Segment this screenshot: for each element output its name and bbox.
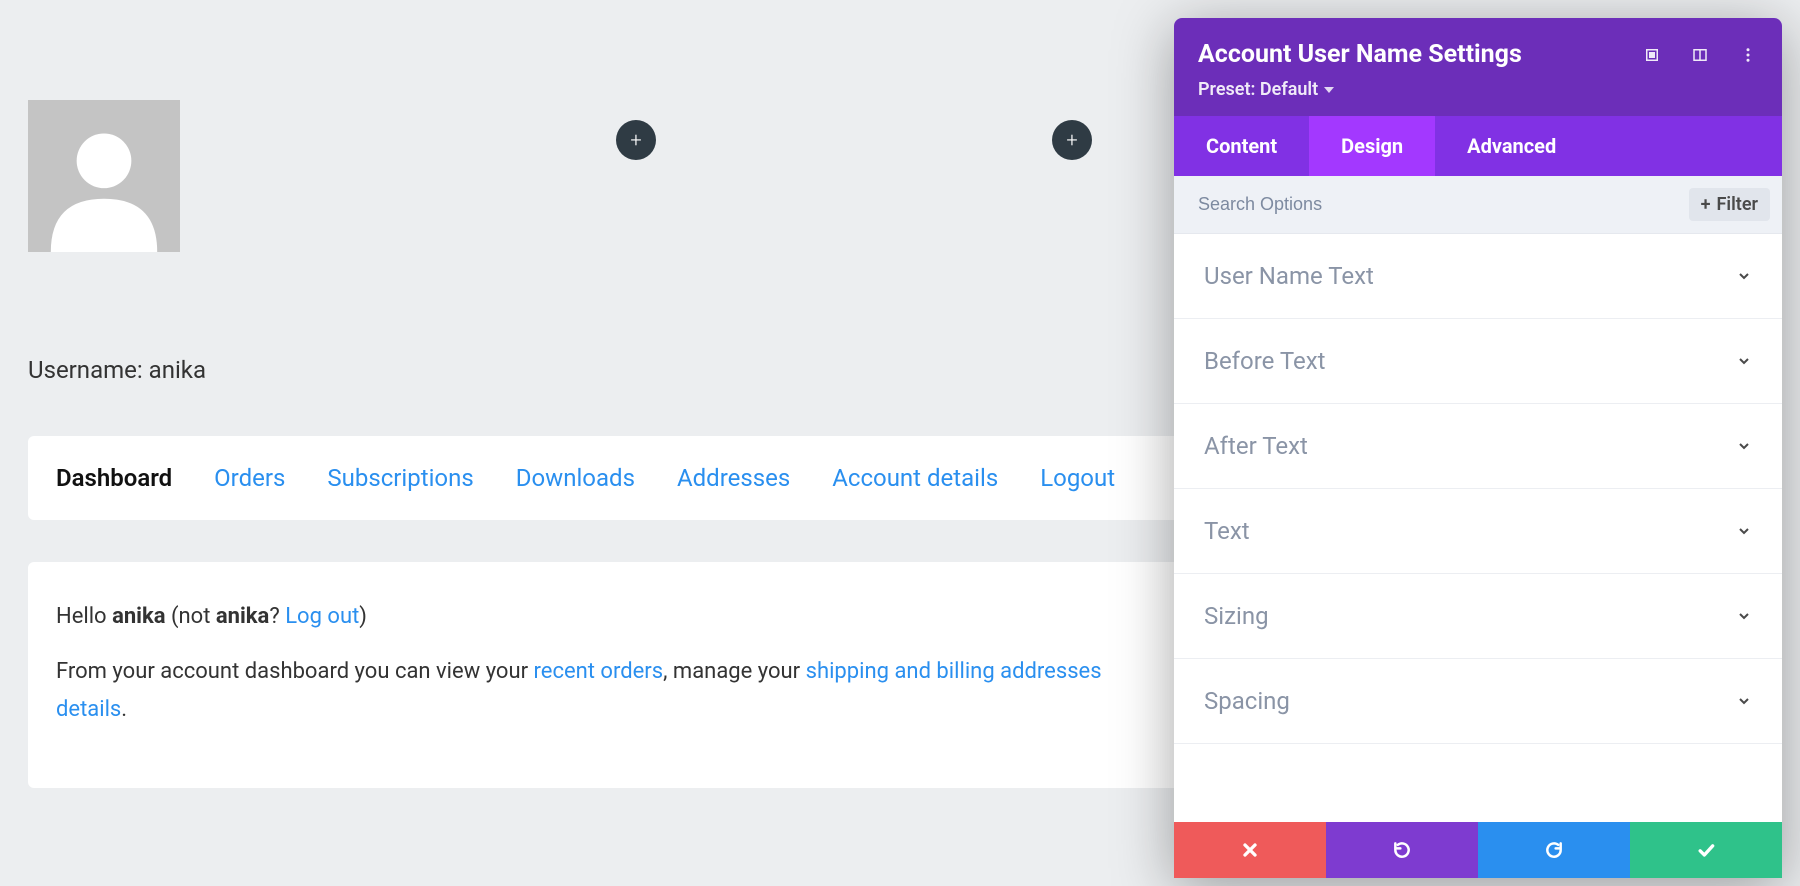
nav-logout[interactable]: Logout	[1040, 464, 1115, 492]
redo-button[interactable]	[1478, 822, 1630, 878]
chevron-down-icon	[1736, 268, 1752, 284]
logout-link[interactable]: Log out	[285, 604, 359, 629]
add-module-button-1[interactable]: +	[616, 120, 656, 160]
panel-body[interactable]: User Name Text Before Text After Text Te…	[1174, 234, 1782, 822]
details-link[interactable]: details	[56, 697, 121, 722]
panel-header: Account User Name Settings Preset: Defau…	[1174, 18, 1782, 116]
save-button[interactable]	[1630, 822, 1782, 878]
tab-content[interactable]: Content	[1174, 116, 1309, 176]
cancel-button[interactable]	[1174, 822, 1326, 878]
filter-button[interactable]: + Filter	[1689, 188, 1770, 221]
add-module-button-2[interactable]: +	[1052, 120, 1092, 160]
panel-tabs: Content Design Advanced	[1174, 116, 1782, 176]
chevron-down-icon	[1736, 438, 1752, 454]
snap-icon[interactable]	[1690, 45, 1710, 65]
section-sizing[interactable]: Sizing	[1174, 574, 1782, 659]
caret-down-icon	[1324, 87, 1334, 93]
addresses-link[interactable]: shipping and billing addresses	[806, 659, 1102, 684]
section-after-text[interactable]: After Text	[1174, 404, 1782, 489]
nav-account-details[interactable]: Account details	[832, 464, 998, 492]
nav-downloads[interactable]: Downloads	[516, 464, 635, 492]
chevron-down-icon	[1736, 353, 1752, 369]
tab-design[interactable]: Design	[1309, 116, 1435, 176]
chevron-down-icon	[1736, 523, 1752, 539]
nav-dashboard[interactable]: Dashboard	[56, 464, 172, 492]
filter-label: Filter	[1717, 194, 1758, 215]
undo-button[interactable]	[1326, 822, 1478, 878]
username-label: Username:	[28, 356, 143, 384]
kebab-menu-icon[interactable]	[1738, 45, 1758, 65]
search-options-input[interactable]	[1198, 194, 1689, 215]
section-spacing[interactable]: Spacing	[1174, 659, 1782, 744]
panel-search-row: + Filter	[1174, 176, 1782, 234]
chevron-down-icon	[1736, 693, 1752, 709]
username-value: anika	[149, 356, 206, 384]
panel-title: Account User Name Settings	[1198, 40, 1522, 69]
panel-footer	[1174, 822, 1782, 878]
plus-icon: +	[1701, 194, 1711, 215]
nav-addresses[interactable]: Addresses	[677, 464, 790, 492]
section-before-text[interactable]: Before Text	[1174, 319, 1782, 404]
settings-panel: Account User Name Settings Preset: Defau…	[1174, 18, 1782, 878]
user-avatar	[28, 100, 180, 252]
preset-dropdown[interactable]: Preset: Default	[1198, 79, 1334, 100]
section-user-name-text[interactable]: User Name Text	[1174, 234, 1782, 319]
tab-advanced[interactable]: Advanced	[1435, 116, 1588, 176]
expand-icon[interactable]	[1642, 45, 1662, 65]
preset-label: Preset: Default	[1198, 79, 1318, 100]
chevron-down-icon	[1736, 608, 1752, 624]
recent-orders-link[interactable]: recent orders	[534, 659, 664, 684]
section-text[interactable]: Text	[1174, 489, 1782, 574]
nav-orders[interactable]: Orders	[214, 464, 285, 492]
greeting-user: anika	[112, 604, 165, 629]
nav-subscriptions[interactable]: Subscriptions	[327, 464, 473, 492]
